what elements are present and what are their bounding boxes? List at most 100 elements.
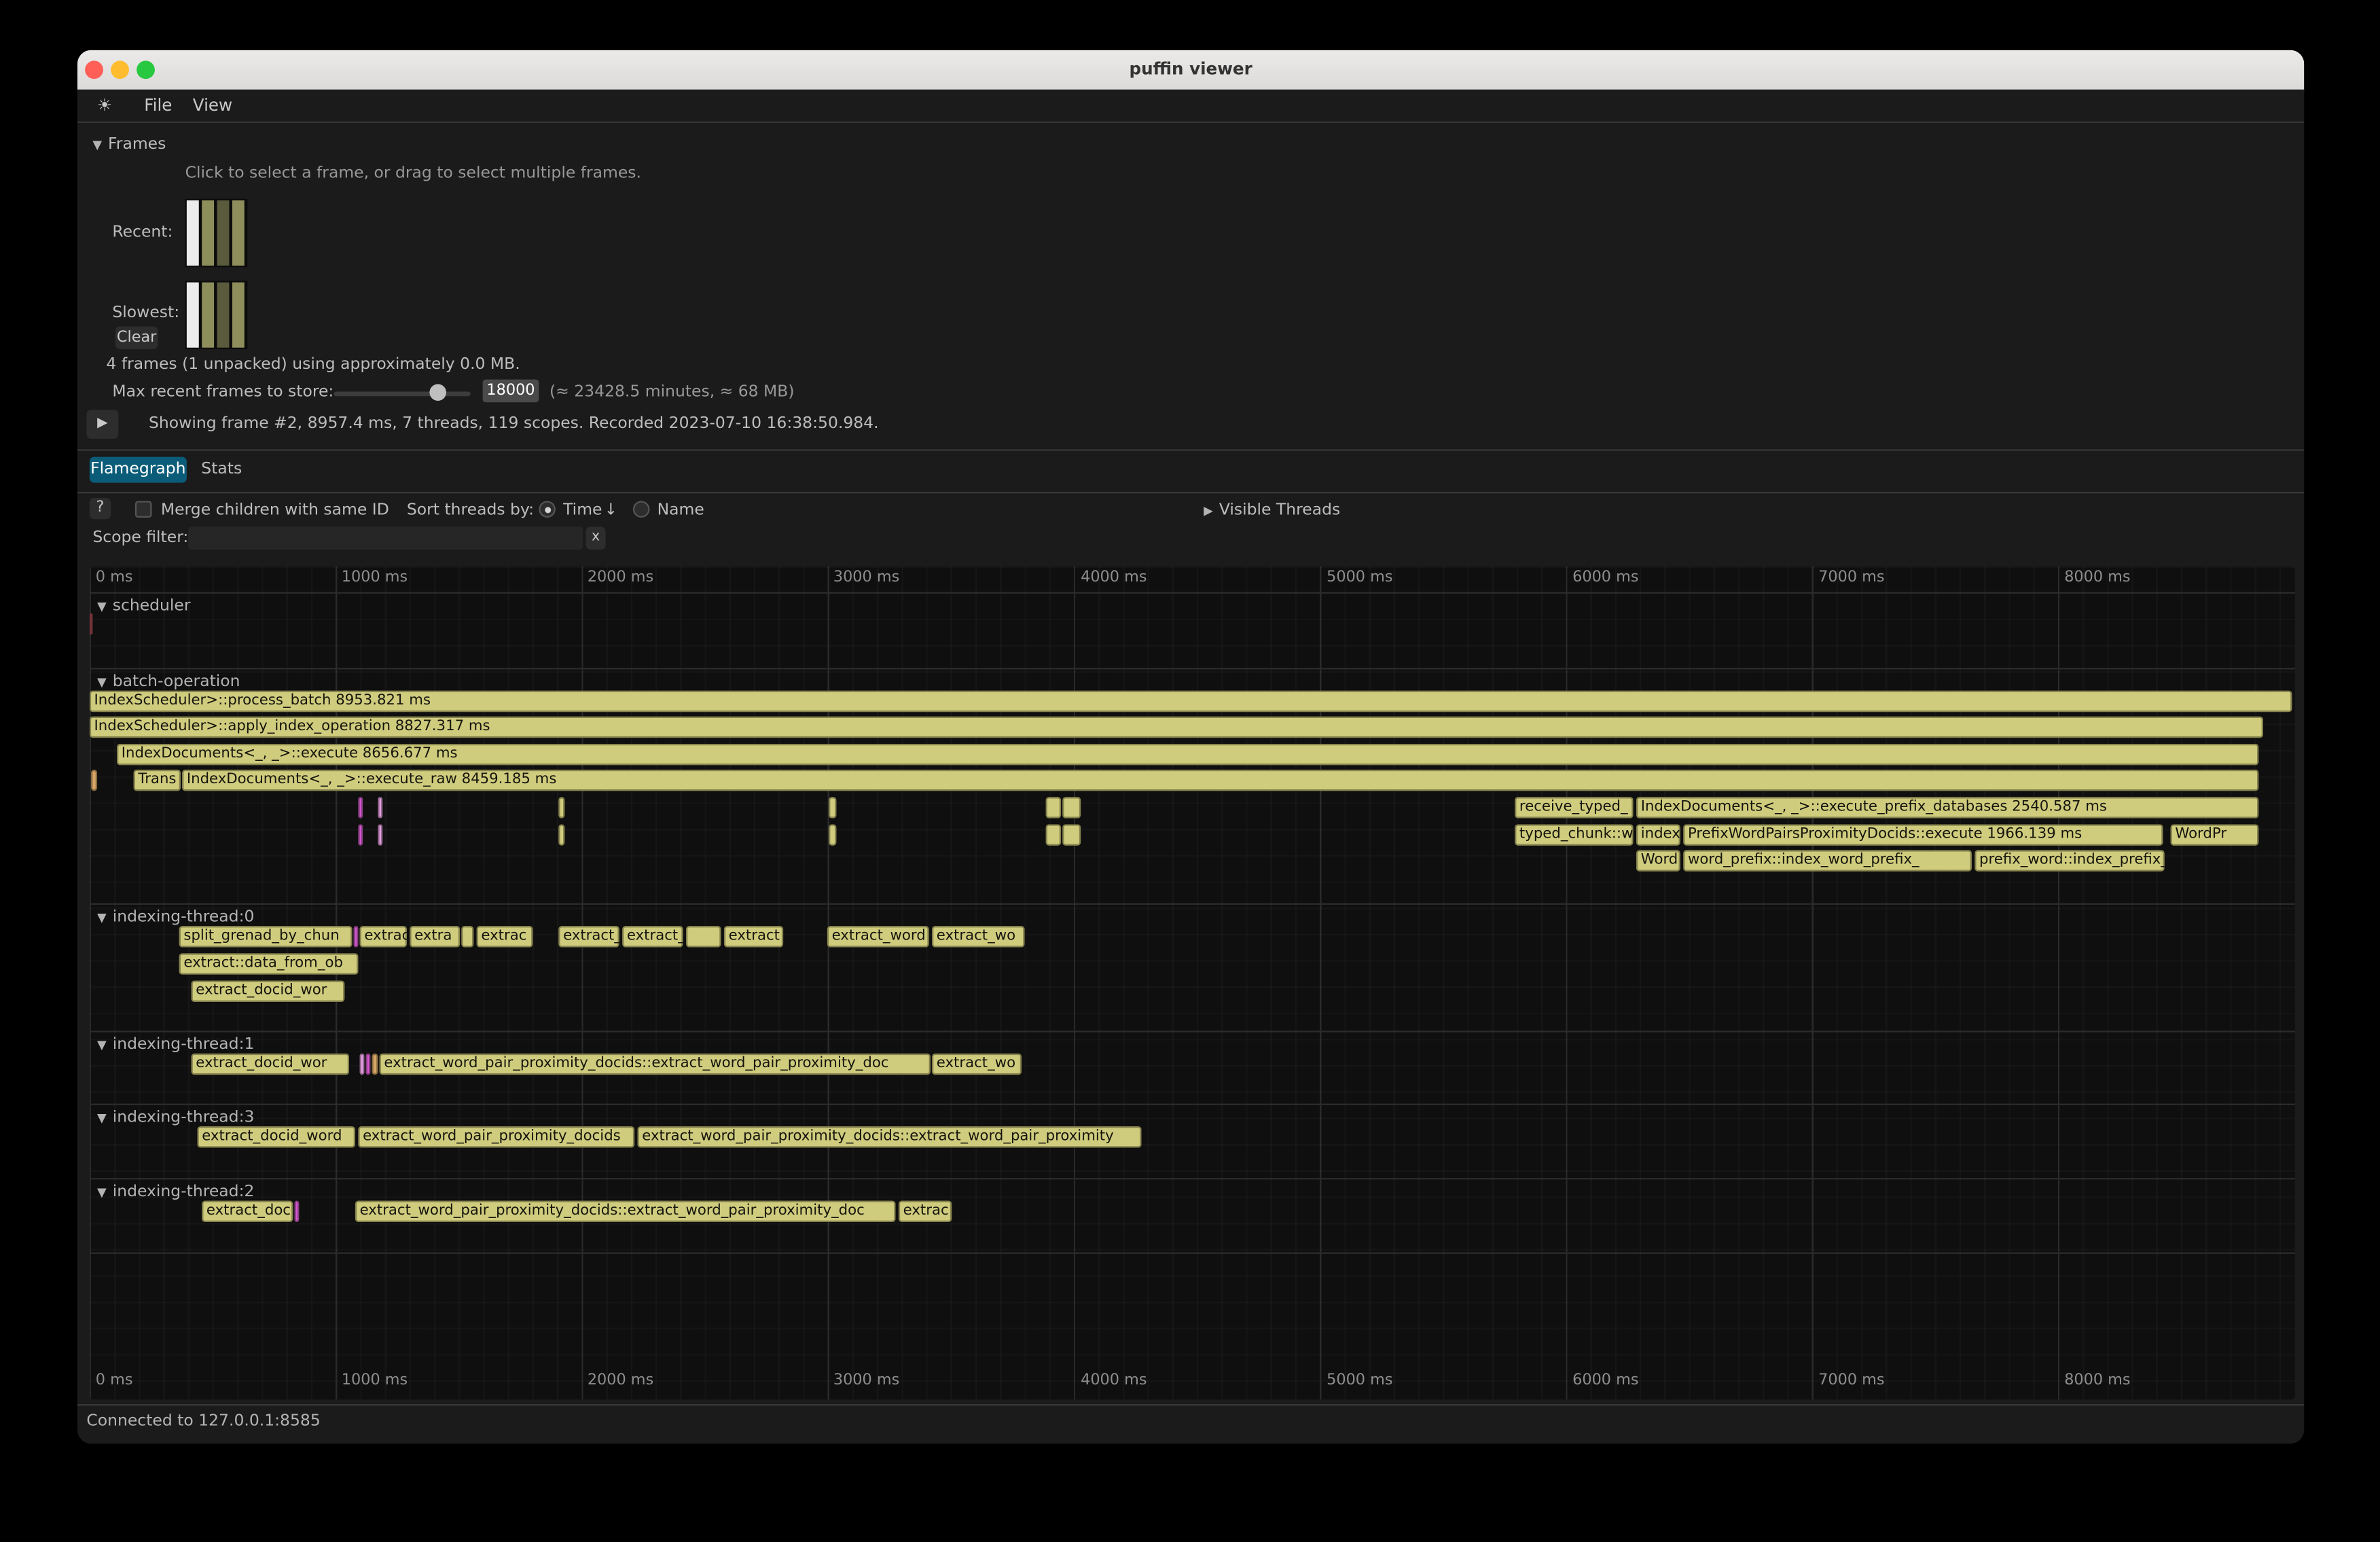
thread-header[interactable]: ▼scheduler: [97, 596, 191, 616]
tab-stats[interactable]: Stats: [196, 457, 247, 483]
help-button[interactable]: ?: [90, 498, 111, 519]
flamegraph-scope-bar[interactable]: extrac: [477, 926, 533, 947]
flamegraph-scope-bar[interactable]: extract_docid_wor: [192, 1054, 349, 1075]
flamegraph-scope-bar[interactable]: [558, 797, 564, 818]
frame-strip[interactable]: [187, 200, 199, 266]
slowest-frames-thumbnail[interactable]: [185, 281, 248, 349]
flamegraph-scope-bar[interactable]: [90, 613, 92, 634]
flamegraph-scope-bar[interactable]: WordPr: [2171, 824, 2259, 845]
flamegraph-scope-bar[interactable]: [378, 797, 382, 818]
flamegraph-scope-bar[interactable]: extract_word_pair_proximity_docids::extr…: [638, 1126, 1142, 1147]
flamegraph-scope-bar[interactable]: [558, 824, 564, 845]
flamegraph-scope-bar[interactable]: [829, 824, 836, 845]
collapse-icon: ▼: [97, 600, 107, 613]
flamegraph-scope-bar[interactable]: [1062, 797, 1081, 818]
play-button[interactable]: ▶: [86, 410, 118, 438]
tab-flamegraph[interactable]: Flamegraph: [90, 457, 187, 483]
flamegraph-scope-bar[interactable]: extract_word_pair_proximity_docids::extr…: [355, 1201, 896, 1222]
sort-time-radio[interactable]: [539, 501, 556, 518]
flamegraph-scope-bar[interactable]: extract_docid_wor: [192, 981, 345, 1002]
flamegraph-canvas[interactable]: 0 ms0 ms1000 ms1000 ms2000 ms2000 ms3000…: [90, 567, 2295, 1400]
sort-name-label[interactable]: Name: [657, 501, 704, 519]
clear-frames-button[interactable]: Clear: [115, 326, 158, 349]
flamegraph-scope-bar[interactable]: IndexDocuments<_, _>::execute_raw 8459.1…: [182, 770, 2258, 791]
merge-children-checkbox[interactable]: [135, 501, 152, 518]
flamegraph-scope-bar[interactable]: extrac: [899, 1201, 952, 1222]
flamegraph-scope-bar[interactable]: [1046, 824, 1061, 845]
flamegraph-scope-bar[interactable]: [372, 1054, 378, 1075]
flamegraph-scope-bar[interactable]: [295, 1201, 300, 1222]
clear-filter-button[interactable]: x: [586, 526, 606, 550]
flamegraph-scope-bar[interactable]: [366, 1054, 371, 1075]
sort-name-radio[interactable]: [633, 501, 650, 518]
frames-section-header[interactable]: ▼Frames: [92, 135, 166, 155]
thread-header[interactable]: ▼batch-operation: [97, 673, 240, 692]
flamegraph-scope-bar[interactable]: split_grenad_by_chun: [179, 926, 353, 947]
flamegraph-scope-bar[interactable]: IndexDocuments<_, _>::execute_prefix_dat…: [1636, 797, 2258, 818]
collapse-icon: ▶: [1204, 504, 1213, 518]
flamegraph-scope-bar[interactable]: typed_chunk::w: [1515, 824, 1633, 845]
thread-header[interactable]: ▼indexing-thread:0: [97, 908, 254, 927]
flamegraph-scope-bar[interactable]: [686, 926, 721, 947]
flamegraph-scope-bar[interactable]: [358, 797, 363, 818]
menu-file[interactable]: File: [144, 90, 172, 122]
flamegraph-scope-bar[interactable]: receive_typed_: [1515, 797, 1633, 818]
visible-threads-toggle[interactable]: ▶Visible Threads: [1204, 501, 1340, 520]
flamegraph-scope-bar[interactable]: [91, 770, 97, 791]
flamegraph-scope-bar[interactable]: IndexScheduler>::apply_index_operation 8…: [90, 717, 2263, 738]
flamegraph-scope-bar[interactable]: extract_: [558, 926, 619, 947]
flamegraph-scope-bar[interactable]: extract_word_pair_proximity_docids: [358, 1126, 634, 1147]
flamegraph-scope-bar[interactable]: prefix_word::index_prefix_wo: [1975, 850, 2164, 871]
flamegraph-scope-bar[interactable]: Trans: [134, 770, 181, 791]
frame-strip[interactable]: [217, 283, 230, 348]
merge-children-label[interactable]: Merge children with same ID: [161, 501, 389, 519]
flamegraph-scope-bar[interactable]: extract::data_from_ob: [179, 953, 359, 974]
flamegraph-scope-bar[interactable]: [360, 1054, 365, 1075]
flamegraph-scope-bar[interactable]: extra: [410, 926, 460, 947]
flamegraph-scope-bar[interactable]: [829, 797, 836, 818]
flamegraph-scope-bar[interactable]: word_prefix::index_word_prefix_: [1683, 850, 1972, 871]
recent-frames-thumbnail[interactable]: [185, 199, 248, 268]
thread-header[interactable]: ▼indexing-thread:1: [97, 1035, 254, 1055]
flamegraph-scope-bar[interactable]: extract_doc: [202, 1201, 293, 1222]
flamegraph-scope-bar[interactable]: IndexScheduler>::process_batch 8953.821 …: [90, 691, 2292, 712]
frames-section-label: Frames: [108, 135, 166, 154]
flamegraph-scope-bar[interactable]: [1046, 797, 1061, 818]
flamegraph-scope-bar[interactable]: extract: [360, 926, 407, 947]
max-frames-slider[interactable]: [334, 384, 471, 401]
frame-strip[interactable]: [232, 283, 245, 348]
thread-header[interactable]: ▼indexing-thread:3: [97, 1108, 254, 1128]
flamegraph-scope-bar[interactable]: extract_word_pair_proximity_docids::extr…: [380, 1054, 931, 1075]
max-frames-note: (≈ 23428.5 minutes, ≈ 68 MB): [549, 382, 795, 401]
theme-toggle-icon[interactable]: ☀: [97, 90, 112, 122]
flamegraph-scope-bar[interactable]: [358, 824, 363, 845]
frame-strip[interactable]: [232, 200, 245, 266]
flamegraph-scope-bar[interactable]: [378, 824, 382, 845]
frame-strip[interactable]: [202, 200, 214, 266]
frame-strip[interactable]: [217, 200, 230, 266]
max-frames-value[interactable]: 18000: [483, 380, 539, 403]
section-separator: [90, 1030, 2295, 1032]
sort-time-label[interactable]: Time: [563, 501, 602, 519]
flamegraph-scope-bar[interactable]: extract_docid_word: [198, 1126, 355, 1147]
flamegraph-scope-bar[interactable]: IndexDocuments<_, _>::execute 8656.677 m…: [117, 744, 2258, 765]
flamegraph-scope-bar[interactable]: extract_word: [827, 926, 929, 947]
flamegraph-scope-bar[interactable]: extract_: [622, 926, 683, 947]
flamegraph-scope-bar[interactable]: extract_wo: [932, 1054, 1022, 1075]
frame-strip[interactable]: [187, 283, 199, 348]
slider-knob[interactable]: [429, 384, 446, 401]
flamegraph-scope-bar[interactable]: PrefixWordPairsProximityDocids::execute …: [1683, 824, 2163, 845]
slider-track[interactable]: [334, 392, 471, 397]
flamegraph-scope-bar[interactable]: extract: [724, 926, 783, 947]
frame-strip[interactable]: [202, 283, 214, 348]
flamegraph-scope-bar[interactable]: [1062, 824, 1081, 845]
menu-view[interactable]: View: [193, 90, 232, 122]
thread-header[interactable]: ▼indexing-thread:2: [97, 1183, 254, 1202]
scope-filter-input[interactable]: [188, 526, 583, 550]
window-titlebar[interactable]: puffin viewer: [77, 50, 2304, 91]
flamegraph-scope-bar[interactable]: extract_wo: [932, 926, 1024, 947]
flamegraph-scope-bar[interactable]: Word: [1636, 850, 1680, 871]
flamegraph-scope-bar[interactable]: [461, 926, 473, 947]
flamegraph-scope-bar[interactable]: index: [1636, 824, 1680, 845]
flamegraph-scope-bar[interactable]: [354, 926, 359, 947]
